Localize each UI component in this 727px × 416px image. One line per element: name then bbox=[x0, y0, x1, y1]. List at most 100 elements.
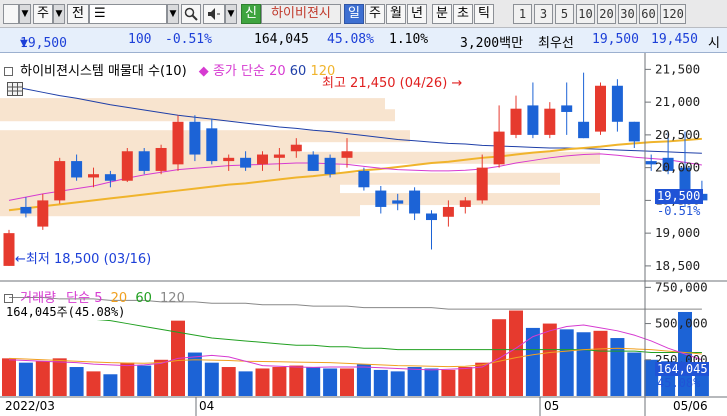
candle-body bbox=[561, 105, 573, 112]
chart-settings-button[interactable] bbox=[7, 82, 23, 96]
interval-button[interactable]: 120 bbox=[660, 4, 686, 24]
interval-button[interactable]: 20 bbox=[597, 4, 616, 24]
period-tab[interactable]: 틱 bbox=[474, 4, 494, 24]
candle-body bbox=[223, 157, 235, 162]
price-tick-label: 19,000 bbox=[655, 225, 700, 240]
period-tab[interactable]: 분 bbox=[432, 4, 452, 24]
price-tick-label: 21,500 bbox=[655, 61, 700, 76]
volume-bar bbox=[120, 362, 135, 396]
chart-canvas[interactable]: 21,500 21,000 20,500 20,000 19,500 19,000 18,5… bbox=[0, 53, 727, 416]
trade-amount: 3,200백만 bbox=[460, 36, 524, 51]
volume-bar bbox=[306, 367, 321, 396]
collapse-toggle-icon[interactable] bbox=[4, 294, 13, 303]
price-legend-title: 하이비젼시스템 매물대 수(10) bbox=[20, 64, 187, 79]
candle-body bbox=[155, 147, 167, 171]
candle-body bbox=[459, 200, 471, 207]
candle-body bbox=[324, 157, 336, 175]
priority-label: 최우선 bbox=[538, 36, 574, 51]
candle-body bbox=[307, 154, 319, 171]
interval-button[interactable]: 5 bbox=[555, 4, 574, 24]
volume-profile-band bbox=[0, 151, 600, 164]
period-tab[interactable]: 초 bbox=[453, 4, 473, 24]
candle-body bbox=[392, 200, 404, 204]
volume-bar bbox=[187, 352, 202, 396]
current-price-tag: 19,500 bbox=[655, 189, 703, 204]
volume-tick-label: 750,000 bbox=[655, 279, 708, 294]
sound-button[interactable] bbox=[203, 4, 225, 24]
volume-bar bbox=[390, 371, 405, 396]
volume-bar bbox=[35, 361, 50, 396]
stock-search-dropdown[interactable]: ▼ bbox=[167, 4, 179, 24]
chart-area: 21,500 21,000 20,500 20,000 19,500 19,000 18,5… bbox=[0, 53, 727, 416]
volume-bar bbox=[221, 367, 236, 396]
stock-name-label: 하이비젼시 bbox=[261, 4, 341, 24]
volume-bar bbox=[238, 371, 253, 396]
period-tab[interactable]: 주 bbox=[365, 4, 385, 24]
interval-button[interactable]: 30 bbox=[618, 4, 637, 24]
volume-bar bbox=[458, 367, 473, 396]
volume-bar bbox=[272, 367, 287, 396]
volume-bar bbox=[137, 365, 152, 396]
stock-code-input[interactable] bbox=[3, 4, 19, 24]
volume-profile-band bbox=[0, 98, 385, 111]
volume-bar bbox=[289, 365, 304, 396]
new-high-badge[interactable]: 신 bbox=[241, 4, 261, 24]
stock-search-input[interactable]: ☰ bbox=[89, 4, 167, 24]
volume-ratio: 45.08% bbox=[327, 32, 374, 47]
sound-dropdown[interactable]: ▼ bbox=[225, 4, 237, 24]
period-tab[interactable]: 월 bbox=[386, 4, 406, 24]
interval-button[interactable]: 10 bbox=[576, 4, 595, 24]
candle-body bbox=[375, 190, 387, 207]
stock-type-select[interactable]: 전 bbox=[67, 4, 89, 24]
chevron-down-icon: ▼ bbox=[169, 9, 177, 19]
high-annotation: 최고 21,450 (04/26) → bbox=[322, 76, 463, 91]
volume-bar bbox=[356, 364, 371, 396]
period-unit-dropdown[interactable]: ▼ bbox=[53, 4, 65, 24]
down-arrow-icon: ▼ bbox=[20, 36, 28, 51]
chart-toolbar: ▼ 주 ▼ 전 ☰ ▼ ▼ 신 하이비젼시 일주월년분초틱 1 3 5 10 20 30 6… bbox=[0, 0, 727, 28]
vol-ma60-legend: 60 bbox=[135, 291, 152, 306]
bid-price: 19,450 bbox=[651, 32, 698, 47]
search-button[interactable] bbox=[181, 4, 201, 24]
candle-body bbox=[54, 161, 66, 201]
chevron-down-icon: ▼ bbox=[55, 9, 63, 19]
chevron-down-icon: ▼ bbox=[21, 9, 29, 19]
candle-body bbox=[240, 157, 252, 168]
volume-bar bbox=[18, 362, 33, 396]
candle-body bbox=[88, 174, 99, 178]
interval-button[interactable]: 1 bbox=[513, 4, 532, 24]
price-tick-label: 20,500 bbox=[655, 127, 700, 142]
volume-profile-band bbox=[0, 204, 360, 217]
period-tab[interactable]: 일 bbox=[344, 4, 364, 24]
trailing-label: 시 bbox=[708, 36, 720, 51]
volume-bar bbox=[627, 352, 642, 396]
interval-button[interactable]: 3 bbox=[534, 4, 553, 24]
candle-body bbox=[273, 154, 285, 158]
volume-profile-band bbox=[0, 109, 395, 122]
period-tab[interactable]: 년 bbox=[407, 4, 427, 24]
speaker-icon bbox=[208, 8, 220, 20]
candle-body bbox=[172, 121, 184, 165]
x-axis-label-05-06: 05/06 bbox=[673, 399, 708, 413]
candle-body bbox=[578, 121, 590, 139]
interval-button[interactable]: 60 bbox=[639, 4, 658, 24]
period-unit-select[interactable]: 주 bbox=[33, 4, 53, 24]
volume-profile-band bbox=[0, 140, 300, 153]
vol-ma120-legend: 120 bbox=[160, 291, 185, 306]
price-tick-label: 20,000 bbox=[655, 160, 700, 175]
candle-body bbox=[206, 128, 218, 162]
volume-annotation: 164,045주(45.08%) bbox=[6, 303, 126, 320]
volume-bar bbox=[103, 374, 118, 396]
candle-body bbox=[121, 151, 133, 181]
grid-icon bbox=[8, 83, 22, 95]
current-rate-tag: -0.51% bbox=[657, 204, 701, 218]
stock-code-dropdown[interactable]: ▼ bbox=[19, 4, 31, 24]
ask-price: 19,500 bbox=[592, 32, 639, 47]
volume-bar bbox=[559, 329, 574, 396]
chevron-down-icon: ▼ bbox=[227, 9, 235, 19]
candle-body bbox=[37, 200, 49, 227]
volume-bar bbox=[407, 367, 422, 396]
collapse-toggle-icon[interactable] bbox=[4, 67, 13, 76]
candle-body bbox=[611, 85, 623, 122]
volume-bar bbox=[610, 338, 625, 396]
